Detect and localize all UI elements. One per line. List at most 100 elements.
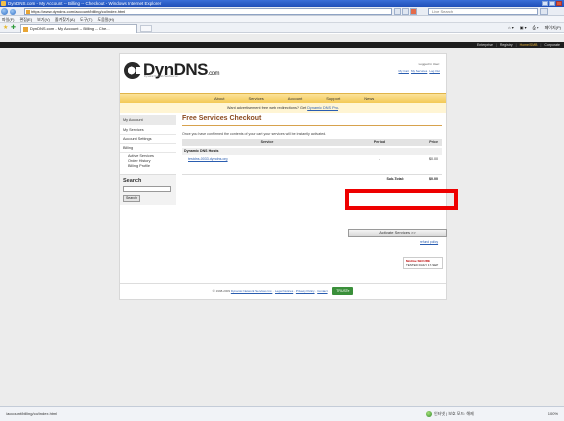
checkout-intro: Once you have confirmed the contents of … bbox=[182, 132, 327, 136]
window-title-bar: DynDNS.com - My Account -- Billing -- Ch… bbox=[0, 0, 564, 7]
tab-favicon bbox=[23, 27, 28, 32]
print-icon[interactable]: ⎙ ▾ bbox=[533, 25, 539, 31]
account-sidebar: My Account My Services Account Settings … bbox=[120, 115, 176, 225]
cart-table: Service Period Price Dynamic DNS Hosts t… bbox=[182, 139, 442, 182]
close-button[interactable] bbox=[556, 1, 562, 6]
menu-help[interactable]: 도움말(H) bbox=[97, 16, 114, 22]
favorites-star-icon[interactable]: ★ bbox=[3, 25, 9, 31]
menu-bar: 파일(F) 편집(E) 보기(V) 즐겨찾기(A) 도구(T) 도움말(H) bbox=[0, 16, 564, 23]
logo-suffix: .com bbox=[208, 71, 220, 77]
home-icon[interactable]: ⌂ ▾ bbox=[508, 25, 514, 31]
live-search-input[interactable]: Live Search bbox=[428, 8, 538, 15]
zone-text: 인터넷 | 보호 모드: 해제 bbox=[434, 411, 474, 416]
tab-title: DynDNS.com - My Account -- Billing -- Ch… bbox=[30, 26, 110, 31]
new-tab-button[interactable] bbox=[140, 25, 152, 32]
menu-favorites[interactable]: 즐겨찾기(A) bbox=[55, 16, 75, 22]
nav-support[interactable]: Support bbox=[314, 94, 352, 103]
cart-service-link[interactable]: testdns-0033.dyndns.org bbox=[182, 155, 352, 164]
address-bar[interactable]: https://www.dyndns.com/account/billing/c… bbox=[24, 8, 392, 15]
status-bar: /account/billing/co/index.html 인터넷 | 보호 … bbox=[0, 406, 564, 421]
menu-edit[interactable]: 편집(E) bbox=[19, 16, 32, 22]
truste-badge[interactable]: TRUSTe bbox=[332, 287, 354, 296]
lock-icon bbox=[26, 10, 30, 14]
nav-news[interactable]: News bbox=[352, 94, 386, 103]
ie-icon bbox=[1, 1, 6, 6]
footer-privacy-link[interactable]: Privacy Policy bbox=[296, 289, 315, 293]
status-text: /account/billing/co/index.html bbox=[6, 411, 58, 416]
refresh-icon[interactable] bbox=[402, 8, 409, 15]
topnav-corporate[interactable]: Corporate bbox=[544, 42, 560, 48]
stop-icon[interactable] bbox=[410, 8, 417, 15]
cart-header-row: Service Period Price bbox=[182, 139, 442, 146]
page-menu[interactable]: 페이지(P) bbox=[545, 25, 561, 31]
minimize-button[interactable] bbox=[542, 1, 548, 6]
subtotal-row: Sub-Total: $0.00 bbox=[182, 174, 442, 182]
mcafee-secure-badge[interactable]: McAfee SECURE TESTED DAILY 17-SEP bbox=[403, 257, 443, 269]
sidebar-item-account-settings[interactable]: Account Settings bbox=[120, 135, 176, 144]
footer-contact-link[interactable]: Contact bbox=[317, 289, 327, 293]
forward-button[interactable] bbox=[10, 8, 16, 15]
promo-link[interactable]: Dynamic DNS Pro bbox=[307, 106, 338, 110]
login-area: Logged In User: My Cart My Services Log … bbox=[398, 62, 440, 73]
cart-period: - bbox=[378, 157, 381, 161]
column-price: Price bbox=[429, 140, 438, 144]
back-button[interactable] bbox=[1, 8, 8, 15]
site-footer: © 1998-2009 Dynamic Network Services Inc… bbox=[120, 283, 446, 297]
footer-legal-link[interactable]: Legal Notices bbox=[275, 289, 293, 293]
sidebar-header-my-account[interactable]: My Account bbox=[120, 115, 176, 126]
security-lock-icon[interactable] bbox=[394, 8, 401, 15]
nav-about[interactable]: About bbox=[202, 94, 236, 103]
table-row: testdns-0033.dyndns.org - $0.00 bbox=[182, 155, 442, 164]
menu-file[interactable]: 파일(F) bbox=[2, 16, 14, 22]
log-out-link[interactable]: Log Out bbox=[429, 69, 440, 73]
sidebar-item-billing[interactable]: Billing bbox=[120, 144, 176, 153]
column-period: Period bbox=[373, 140, 386, 144]
security-zone: 인터넷 | 보호 모드: 해제 bbox=[426, 410, 474, 418]
topnav-registry[interactable]: Registry bbox=[500, 42, 513, 48]
menu-view[interactable]: 보기(V) bbox=[37, 16, 50, 22]
page-viewport: Enterprise | Registry | Home/SMB | Corpo… bbox=[0, 34, 564, 406]
logo-tagline: Dynamic Network Services Inc. bbox=[144, 75, 179, 78]
zoom-level[interactable]: 100% bbox=[548, 410, 558, 418]
command-bar: ⌂ ▾ ▣ ▾ ⎙ ▾ 페이지(P) bbox=[508, 25, 561, 31]
site-search-button[interactable]: Search bbox=[123, 195, 140, 202]
topnav-enterprise[interactable]: Enterprise bbox=[477, 42, 493, 48]
sidebar-item-my-services[interactable]: My Services bbox=[120, 126, 176, 135]
mcafee-subtitle: TESTED DAILY bbox=[406, 263, 428, 267]
main-nav: About Services Account Support News bbox=[120, 93, 446, 103]
window-controls bbox=[542, 1, 562, 6]
maximize-button[interactable] bbox=[549, 1, 555, 6]
sidebar-item-billing-profile[interactable]: Billing Profile bbox=[120, 163, 176, 168]
nav-account[interactable]: Account bbox=[276, 94, 314, 103]
site-top-bar: Enterprise | Registry | Home/SMB | Corpo… bbox=[0, 42, 564, 48]
footer-company-link[interactable]: Dynamic Network Services Inc. bbox=[231, 289, 273, 293]
address-url: https://www.dyndns.com/account/billing/c… bbox=[31, 9, 126, 14]
navigation-bar: https://www.dyndns.com/account/billing/c… bbox=[0, 7, 564, 16]
menu-tools[interactable]: 도구(T) bbox=[80, 16, 92, 22]
window-title: DynDNS.com - My Account -- Billing -- Ch… bbox=[8, 1, 162, 6]
subtotal-label: Sub-Total: bbox=[386, 177, 405, 181]
site-search-input[interactable] bbox=[123, 186, 171, 192]
footer-copyright: © 1998-2009 bbox=[212, 289, 231, 293]
site-container: DynDNS.com Dynamic Network Services Inc.… bbox=[119, 53, 447, 300]
tab-bar: ★ ✚ DynDNS.com - My Account -- Billing -… bbox=[0, 23, 564, 33]
feeds-icon[interactable]: ▣ ▾ bbox=[520, 25, 527, 31]
checkout-content: Free Services Checkout Once you have con… bbox=[182, 115, 442, 181]
page-title: Free Services Checkout bbox=[182, 115, 442, 126]
topnav-home-smb[interactable]: Home/SMB bbox=[520, 42, 538, 48]
login-status: Logged In User: bbox=[418, 62, 440, 66]
column-service: Service bbox=[260, 140, 274, 144]
mcafee-date: 17-SEP bbox=[427, 263, 439, 267]
promo-banner: Want advertisement free web redirections… bbox=[120, 103, 446, 113]
search-title: Search bbox=[123, 178, 142, 184]
activate-services-button[interactable]: Activate Services >> bbox=[348, 229, 447, 237]
add-favorite-icon[interactable]: ✚ bbox=[11, 25, 17, 31]
tab-active[interactable]: DynDNS.com - My Account -- Billing -- Ch… bbox=[20, 24, 137, 33]
cart-price: $0.00 bbox=[429, 157, 438, 161]
site-top-nav: Enterprise | Registry | Home/SMB | Corpo… bbox=[476, 42, 560, 48]
my-cart-link[interactable]: My Cart bbox=[398, 69, 409, 73]
search-icon[interactable] bbox=[540, 8, 548, 15]
nav-services[interactable]: Services bbox=[236, 94, 275, 103]
refund-policy-link[interactable]: refund policy bbox=[420, 240, 438, 244]
my-services-link[interactable]: My Services bbox=[411, 69, 427, 73]
